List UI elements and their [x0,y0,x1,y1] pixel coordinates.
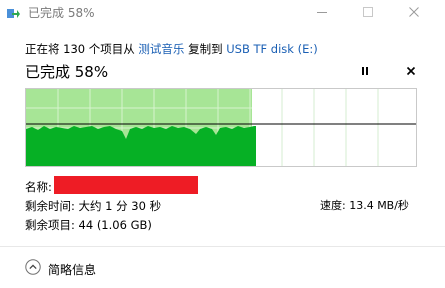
transfer-description: 正在将 130 个项目从 测试音乐 复制到 USB TF disk (E:) [25,41,318,57]
name-label: 名称: [25,180,52,194]
redacted-file-name [54,176,198,194]
title-bar: 已完成 58% [0,0,445,24]
items-remaining: 剩余项目: 44 (1.06 GB) [25,218,152,232]
maximize-button[interactable] [345,0,391,24]
cancel-button[interactable] [404,63,418,77]
collapse-details-label[interactable]: 简略信息 [48,261,96,278]
maximize-icon [363,7,373,17]
destination-link[interactable]: USB TF disk (E:) [226,42,317,56]
copy-arrow-icon [6,5,20,19]
chevron-up-icon [25,259,41,275]
minimize-button[interactable] [299,0,345,24]
collapse-details-button[interactable] [25,259,41,275]
throughput-graph-svg [26,89,416,166]
speed-label: 速度: 13.4 MB/秒 [318,197,411,213]
pause-icon [362,67,368,75]
throughput-graph: 速度: 13.4 MB/秒 [25,88,417,213]
transfer-middle: 复制到 [188,42,223,56]
pause-button[interactable] [358,63,372,77]
throughput-area [26,126,256,166]
close-icon [409,7,419,17]
transfer-prefix: 正在将 130 个项目从 [25,42,135,56]
close-icon [406,66,416,76]
close-window-button[interactable] [391,0,437,24]
source-folder-link[interactable]: 测试音乐 [138,42,184,56]
minimize-icon [317,12,327,13]
window-title: 已完成 58% [28,6,95,20]
progress-percentage: 已完成 58% [25,63,109,81]
time-remaining: 剩余时间: 大约 1 分 30 秒 [25,199,162,213]
